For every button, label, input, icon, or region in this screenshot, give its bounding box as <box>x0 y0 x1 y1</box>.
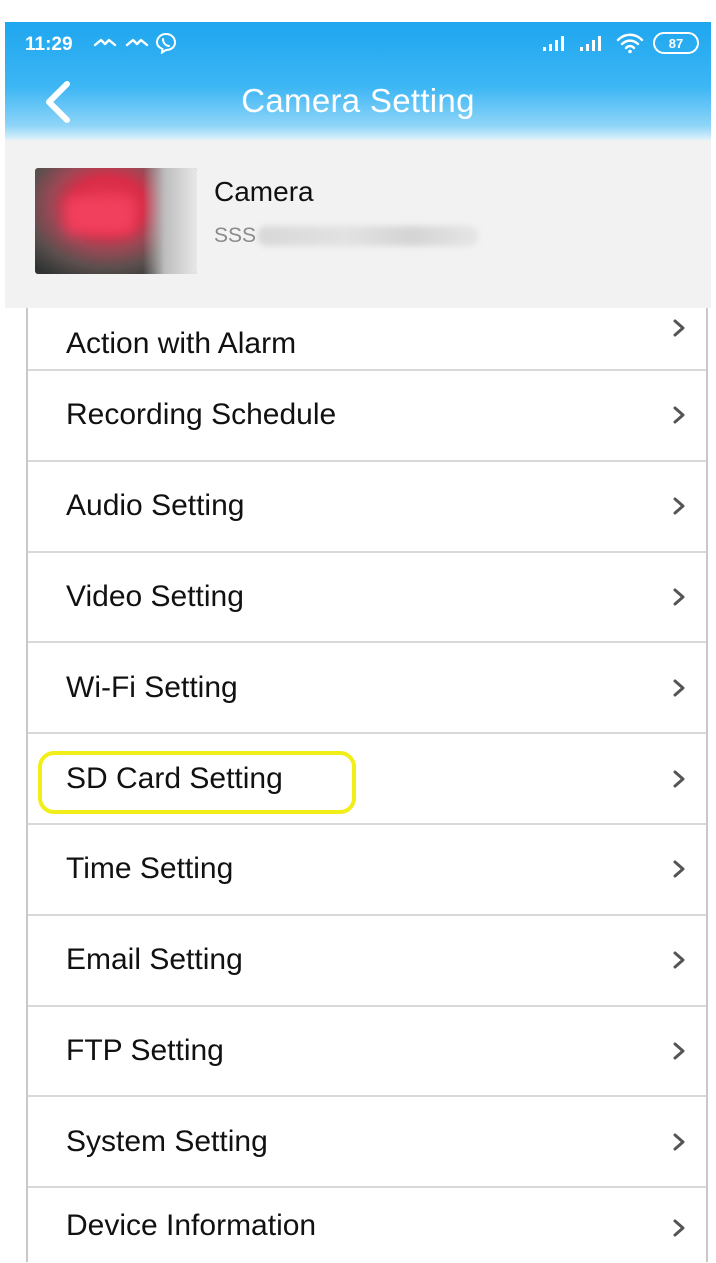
header-bar: 11:29 87 Camera Setting <box>5 22 711 140</box>
list-item-video-setting[interactable]: Video Setting <box>28 552 706 644</box>
list-item-email-setting[interactable]: Email Setting <box>28 915 706 1007</box>
viber-icon <box>155 32 177 54</box>
list-item-label: Action with Alarm <box>66 327 297 360</box>
camera-thumbnail <box>35 168 197 274</box>
list-item-label: FTP Setting <box>66 1033 224 1067</box>
chevron-right-icon <box>673 679 685 697</box>
chevron-right-icon <box>673 588 685 606</box>
list-item-system-setting[interactable]: System Setting <box>28 1097 706 1189</box>
messenger-icon <box>93 38 117 47</box>
messenger-icon <box>125 38 149 47</box>
list-item-action-with-alarm[interactable]: Action with Alarm <box>28 308 706 371</box>
battery-icon: 87 <box>653 32 699 54</box>
thumbnail-blur <box>65 196 135 234</box>
chevron-right-icon <box>673 770 685 788</box>
settings-list: Action with Alarm Recording Schedule Aud… <box>26 308 708 1263</box>
chevron-right-icon <box>673 319 685 337</box>
list-item-recording-schedule[interactable]: Recording Schedule <box>28 371 706 462</box>
list-item-label: Audio Setting <box>66 489 245 523</box>
chevron-right-icon <box>673 1042 685 1060</box>
list-item-label: SD Card Setting <box>66 761 283 795</box>
list-item-wifi-setting[interactable]: Wi-Fi Setting <box>28 643 706 735</box>
signal-icon <box>543 36 564 51</box>
chevron-right-icon <box>673 860 685 878</box>
thumbnail-glare <box>143 168 197 274</box>
battery-level: 87 <box>668 35 684 51</box>
list-item-device-information[interactable]: Device Information <box>28 1188 706 1263</box>
list-item-sd-card-setting[interactable]: SD Card Setting <box>28 734 706 825</box>
list-item-label: Time Setting <box>66 852 234 886</box>
wifi-icon <box>616 33 644 54</box>
list-item-label: Wi-Fi Setting <box>66 670 238 704</box>
camera-setting-screen: 11:29 87 Camera Setting Camera SSS Actio… <box>0 0 716 1263</box>
list-item-label: Video Setting <box>66 579 244 613</box>
camera-id-prefix: SSS <box>214 224 257 247</box>
camera-name: Camera <box>214 176 314 207</box>
list-item-audio-setting[interactable]: Audio Setting <box>28 461 706 553</box>
status-icons: 87 <box>542 32 699 54</box>
list-item-label: Recording Schedule <box>66 398 337 432</box>
page-title: Camera Setting <box>241 82 475 119</box>
list-item-time-setting[interactable]: Time Setting <box>28 824 706 916</box>
list-item-ftp-setting[interactable]: FTP Setting <box>28 1006 706 1098</box>
camera-id: SSS <box>214 224 479 248</box>
chevron-right-icon <box>673 1219 685 1237</box>
list-item-label: Email Setting <box>66 943 243 977</box>
list-item-label: System Setting <box>66 1124 268 1158</box>
status-time: 11:29 <box>25 34 73 55</box>
chevron-right-icon <box>673 497 685 515</box>
chevron-right-icon <box>673 951 685 969</box>
chevron-right-icon <box>673 1133 685 1151</box>
camera-id-redacted <box>258 226 479 246</box>
status-bar: 11:29 87 <box>5 22 711 66</box>
chevron-right-icon <box>673 406 685 424</box>
list-item-label: Device Information <box>66 1209 317 1243</box>
signal-icon <box>580 36 601 51</box>
camera-info[interactable]: Camera SSS <box>5 140 711 308</box>
